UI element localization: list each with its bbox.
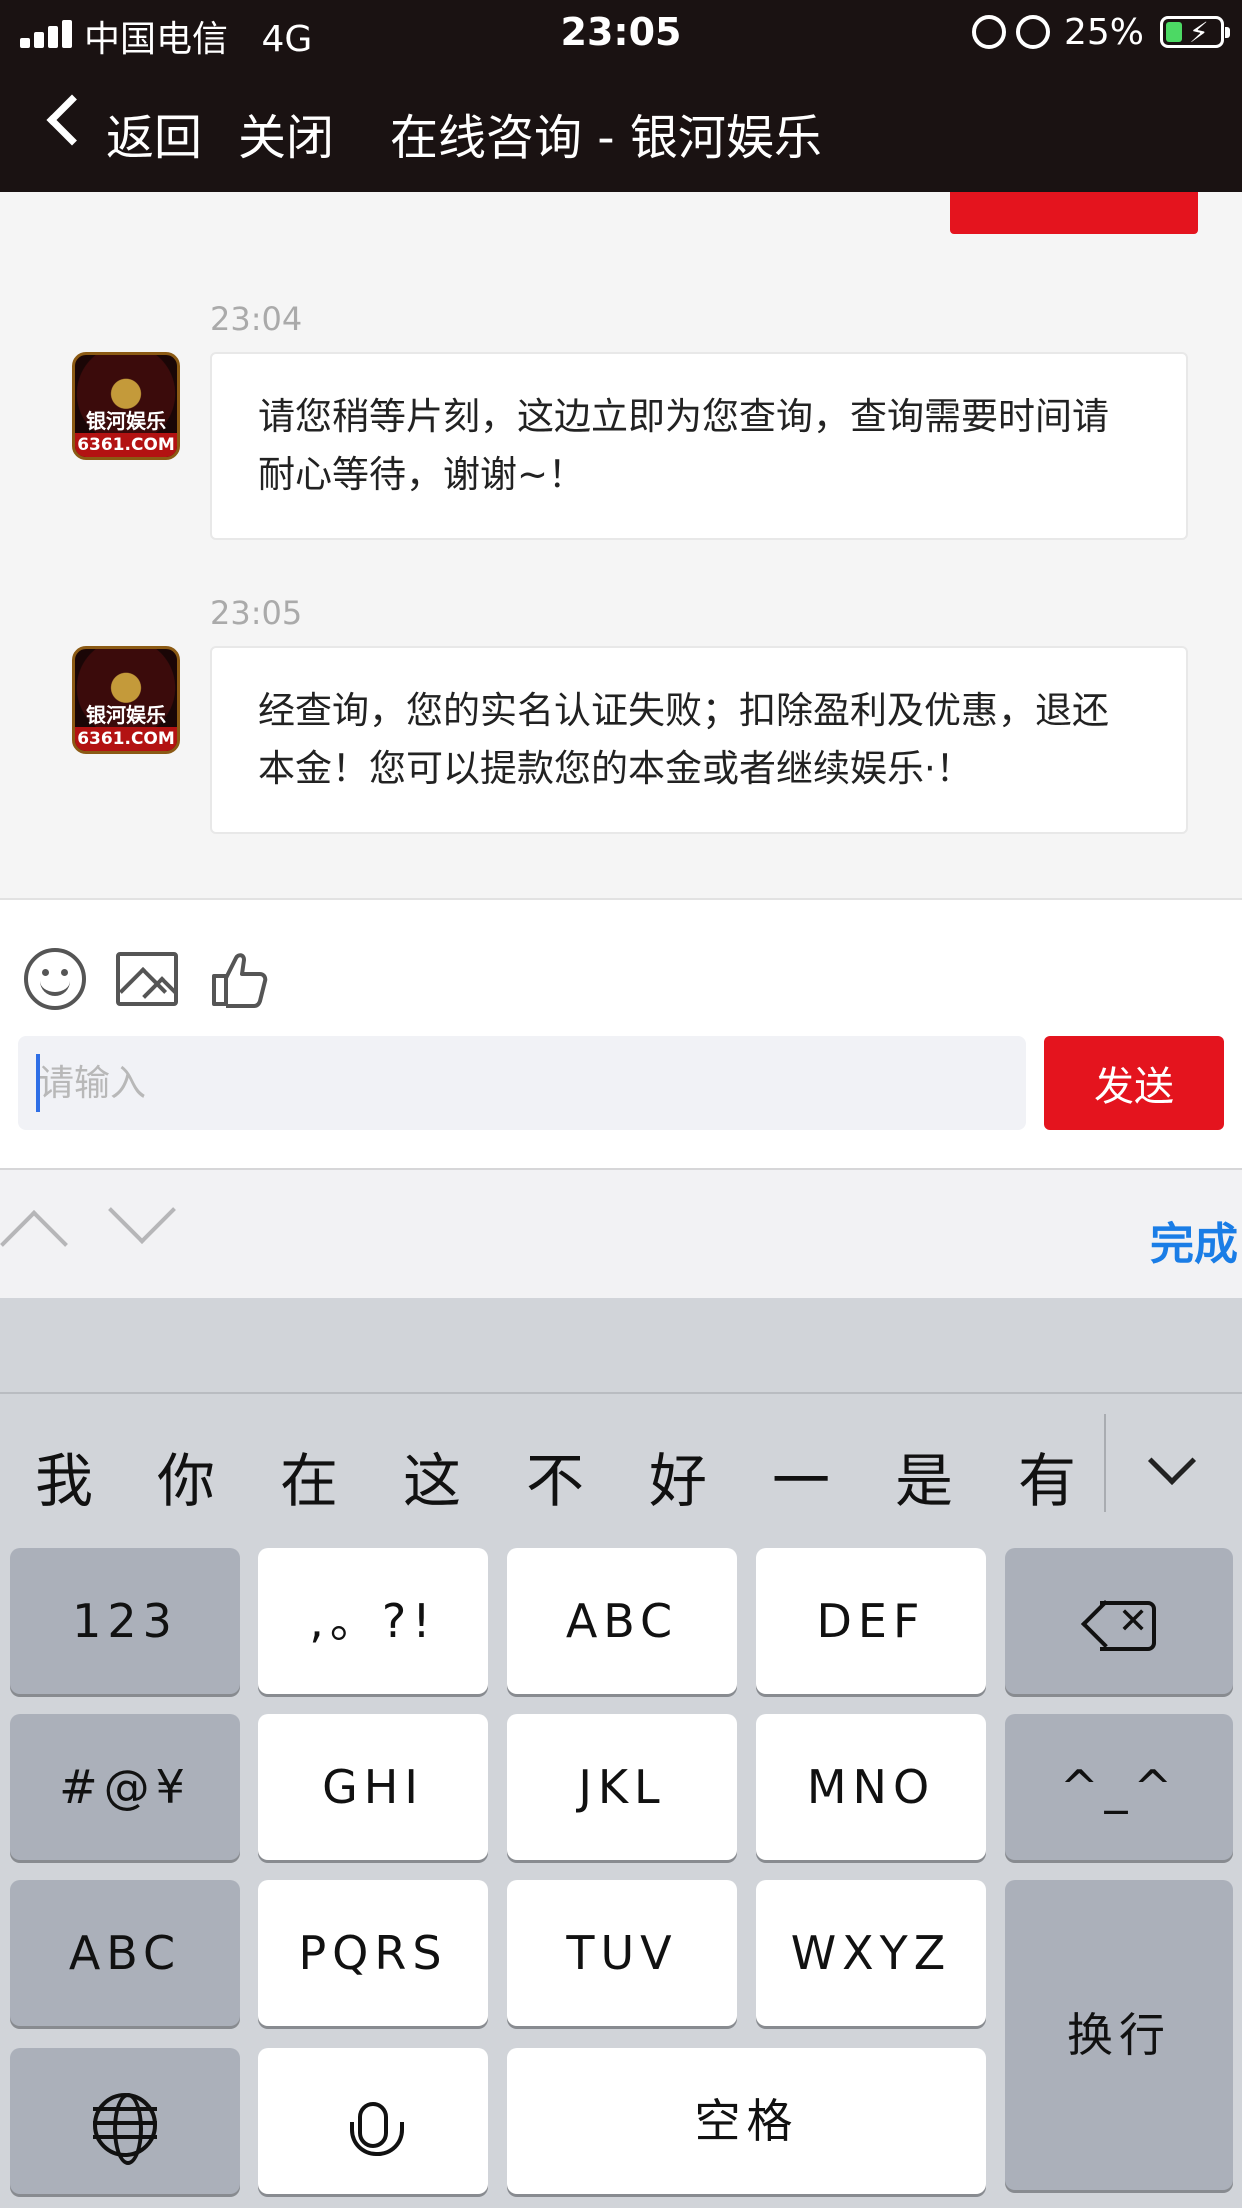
avatar-name: 银河娱乐 bbox=[86, 703, 166, 727]
candidate-separator bbox=[1104, 1414, 1106, 1512]
candidate-item[interactable]: 有 bbox=[997, 1434, 1097, 1518]
candidate-bar: 我 你 在 这 不 好 一 是 有 bbox=[0, 1394, 1242, 1544]
key-123[interactable]: 123 bbox=[10, 1548, 240, 1694]
key-ghi[interactable]: GHI bbox=[258, 1714, 488, 1860]
message-time: 23:04 bbox=[210, 300, 303, 338]
candidate-item[interactable]: 在 bbox=[259, 1434, 359, 1518]
candidate-item[interactable]: 好 bbox=[628, 1434, 728, 1518]
back-chevron-icon[interactable] bbox=[46, 94, 98, 146]
done-button[interactable]: 完成 bbox=[1150, 1208, 1238, 1272]
globe-icon bbox=[93, 2092, 157, 2165]
keyboard: 我 你 在 这 不 好 一 是 有 123 ,。?! ABC DEF ✕ #@¥… bbox=[0, 1298, 1242, 2208]
thumbs-up-icon[interactable] bbox=[208, 948, 270, 1010]
avatar: 银河娱乐 6361.COM bbox=[72, 352, 180, 460]
status-bar: 中国电信 4G 23:05 25% ⚡ bbox=[0, 0, 1242, 64]
key-mno[interactable]: MNO bbox=[756, 1714, 986, 1860]
orientation-lock-icon bbox=[971, 15, 1006, 49]
avatar: 银河娱乐 6361.COM bbox=[72, 646, 180, 754]
image-icon[interactable] bbox=[116, 952, 178, 1006]
emoji-icon[interactable] bbox=[24, 948, 86, 1010]
candidate-item[interactable]: 你 bbox=[136, 1434, 236, 1518]
candidate-item[interactable]: 是 bbox=[874, 1434, 974, 1518]
navigation-bar: 返回 关闭 在线咨询 - 银河娱乐 bbox=[0, 64, 1242, 192]
return-key[interactable]: 换行 bbox=[1005, 1880, 1233, 2190]
send-button[interactable]: 发送 bbox=[1044, 1036, 1224, 1130]
space-key[interactable]: 空格 bbox=[507, 2048, 986, 2194]
chat-messages[interactable]: 23:04 银河娱乐 6361.COM 请您稍等片刻，这边立即为您查询，查询需要… bbox=[0, 192, 1242, 898]
candidate-item[interactable]: 不 bbox=[505, 1434, 605, 1518]
keyboard-top-area bbox=[0, 1298, 1242, 1394]
candidate-item[interactable]: 一 bbox=[751, 1434, 851, 1518]
message-time: 23:05 bbox=[210, 594, 303, 632]
battery-charging-icon: ⚡ bbox=[1160, 16, 1230, 49]
text-caret bbox=[36, 1054, 40, 1112]
key-switch-abc[interactable]: ABC bbox=[10, 1880, 240, 2026]
battery-percent: 25% bbox=[1063, 11, 1144, 53]
avatar-domain: 6361.COM bbox=[75, 727, 177, 751]
key-tuv[interactable]: TUV bbox=[507, 1880, 737, 2026]
candidate-item[interactable]: 我 bbox=[14, 1434, 114, 1518]
previous-message-bubble bbox=[950, 192, 1198, 234]
microphone-icon bbox=[350, 2101, 404, 2156]
candidate-item[interactable]: 这 bbox=[382, 1434, 482, 1518]
message-input[interactable] bbox=[18, 1036, 1026, 1130]
key-pqrs[interactable]: PQRS bbox=[258, 1880, 488, 2026]
status-indicators: 25% ⚡ bbox=[971, 11, 1230, 53]
microphone-key[interactable] bbox=[258, 2048, 488, 2194]
next-field-icon[interactable] bbox=[108, 1176, 176, 1244]
keyboard-accessory-bar: 完成 bbox=[0, 1168, 1242, 1298]
key-symbols[interactable]: #@¥ bbox=[10, 1714, 240, 1860]
composer-toolbar bbox=[24, 948, 270, 1012]
top-bar: 中国电信 4G 23:05 25% ⚡ 返回 关闭 在线咨询 - 银河娱乐 bbox=[0, 0, 1242, 192]
message-bubble: 经查询，您的实名认证失败；扣除盈利及优惠，退还本金！您可以提款您的本金或者继续娱… bbox=[210, 646, 1188, 834]
backspace-icon: ✕ bbox=[1082, 1600, 1156, 1651]
globe-key[interactable] bbox=[10, 2048, 240, 2194]
avatar-domain: 6361.COM bbox=[75, 433, 177, 457]
previous-field-icon[interactable] bbox=[0, 1210, 68, 1278]
message-bubble: 请您稍等片刻，这边立即为您查询，查询需要时间请耐心等待，谢谢~！ bbox=[210, 352, 1188, 540]
key-punctuation[interactable]: ,。?! bbox=[258, 1548, 488, 1694]
key-emoticon[interactable]: ^_^ bbox=[1005, 1714, 1233, 1860]
message-composer: 发送 bbox=[0, 898, 1242, 1168]
avatar-name: 银河娱乐 bbox=[86, 409, 166, 433]
key-def[interactable]: DEF bbox=[756, 1548, 986, 1694]
close-button[interactable]: 关闭 bbox=[238, 98, 334, 168]
alarm-icon bbox=[1015, 15, 1050, 49]
key-jkl[interactable]: JKL bbox=[507, 1714, 737, 1860]
page-title: 在线咨询 - 银河娱乐 bbox=[390, 110, 822, 166]
key-wxyz[interactable]: WXYZ bbox=[756, 1880, 986, 2026]
key-abc[interactable]: ABC bbox=[507, 1548, 737, 1694]
delete-key[interactable]: ✕ bbox=[1005, 1548, 1233, 1694]
back-button[interactable]: 返回 bbox=[106, 98, 202, 168]
